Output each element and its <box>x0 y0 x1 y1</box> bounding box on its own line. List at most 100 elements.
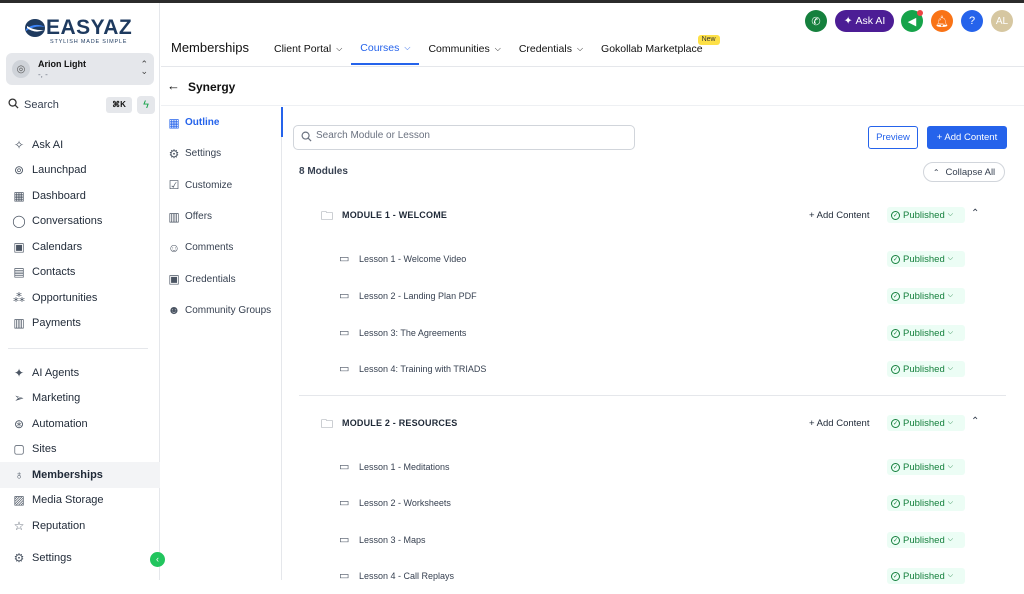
sidebar-item-conversations[interactable]: ◯ Conversations <box>0 209 160 235</box>
sidebar-search[interactable]: Search ⌘K ϟ <box>6 95 155 115</box>
sites-icon: ▢ <box>13 442 25 457</box>
module-search-input[interactable] <box>316 130 616 141</box>
lesson-row[interactable]: ▭ Lesson 1 - Meditations ✓ Published ⌵ <box>283 449 1024 485</box>
sidebar-item-ai-agents[interactable]: ✦ AI Agents <box>0 360 160 386</box>
subnav-label: Customize <box>185 179 233 191</box>
subnav-label: Outline <box>185 117 220 129</box>
check-circle-icon: ✓ <box>891 291 900 301</box>
subnav-customize[interactable]: ☑ Customize <box>161 170 281 201</box>
search-icon <box>301 131 312 145</box>
course-title: Synergy <box>188 80 236 94</box>
announcements-button[interactable]: ◀ <box>901 10 923 32</box>
subnav-settings[interactable]: ⚙ Settings <box>161 138 281 169</box>
video-icon: ▭ <box>339 534 350 546</box>
preview-button[interactable]: Preview <box>868 126 918 149</box>
subnav-label: Credentials <box>185 273 236 285</box>
status-badge[interactable]: ✓ Published ⌵ <box>887 288 965 304</box>
lesson-row[interactable]: ▭ Lesson 3: The Agreements ✓ Published ⌵ <box>283 315 1024 351</box>
status-badge[interactable]: ✓ Published ⌵ <box>887 361 965 377</box>
module-row[interactable]: 🗀︎ MODULE 2 - RESOURCES + Add Content ✓ P… <box>283 408 1024 438</box>
chevron-up-icon[interactable]: ⌃ <box>971 416 979 427</box>
quick-action-bolt-icon[interactable]: ϟ <box>137 96 155 114</box>
status-badge[interactable]: ✓ Published ⌵ <box>887 415 965 431</box>
phone-button[interactable]: ✆ <box>805 10 827 32</box>
sidebar-item-label: Reputation <box>32 519 86 532</box>
sidebar-item-opportunities[interactable]: ⁂ Opportunities <box>0 285 160 311</box>
sidebar-item-memberships[interactable]: ♁ Memberships <box>0 462 160 488</box>
folder-icon: 🗀︎ <box>321 209 334 223</box>
sidebar-item-dashboard[interactable]: ▦ Dashboard <box>0 183 160 209</box>
tab-label: Gokollab Marketplace <box>601 43 703 55</box>
tab-courses[interactable]: Courses ⌵ <box>351 33 420 65</box>
status-badge[interactable]: ✓ Published ⌵ <box>887 495 965 511</box>
chevron-down-icon: ⌵ <box>947 365 954 372</box>
check-circle-icon: ✓ <box>891 210 900 220</box>
sidebar-item-reputation[interactable]: ☆ Reputation <box>0 513 160 539</box>
status-badge[interactable]: ✓ Published ⌵ <box>887 459 965 475</box>
sidebar-item-label: Sites <box>32 443 57 456</box>
status-badge[interactable]: ✓ Published ⌵ <box>887 568 965 584</box>
help-icon: ? <box>968 15 976 27</box>
module-row[interactable]: 🗀︎ MODULE 1 - WELCOME + Add Content ✓ Pub… <box>283 200 1024 230</box>
ask-ai-label: Ask AI <box>855 15 886 27</box>
video-icon: ▭ <box>339 363 350 375</box>
send-icon: ➢ <box>13 391 25 406</box>
subnav-credentials[interactable]: ▣ Credentials <box>161 263 281 294</box>
bell-icon: 🔔︎ <box>935 15 949 28</box>
tab-label: Courses <box>360 42 400 54</box>
sidebar-item-media-storage[interactable]: ▨ Media Storage <box>0 488 160 514</box>
sidebar-item-label: Calendars <box>32 240 83 253</box>
subnav-outline[interactable]: ▦ Outline <box>161 107 283 138</box>
subnav-community-groups[interactable]: ☻ Community Groups <box>161 295 281 326</box>
lesson-title: Lesson 3 - Maps <box>359 535 426 545</box>
sidebar-item-ask-ai[interactable]: ✧ Ask AI <box>0 132 160 158</box>
account-switcher[interactable]: ◎ Arion Light -, - ⌃ ⌄ <box>6 53 154 85</box>
logo[interactable]: EASYAZ STYLISH MADE SIMPLE <box>24 15 136 47</box>
sidebar-item-settings[interactable]: ⚙ Settings <box>0 545 160 571</box>
module-add-content-button[interactable]: + Add Content <box>809 210 869 221</box>
sidebar-item-launchpad[interactable]: ⊚ Launchpad <box>0 158 160 184</box>
add-content-button[interactable]: + Add Content <box>927 126 1007 149</box>
lesson-row[interactable]: ▭ Lesson 4 - Call Replays ✓ Published ⌵ <box>283 558 1024 594</box>
user-avatar[interactable]: AL <box>991 10 1013 32</box>
subnav-label: Community Groups <box>185 304 272 316</box>
lesson-row[interactable]: ▭ Lesson 2 - Worksheets ✓ Published ⌵ <box>283 485 1024 521</box>
sidebar-item-sites[interactable]: ▢ Sites <box>0 437 160 463</box>
subnav-comments[interactable]: ☺ Comments <box>161 232 281 263</box>
tab-communities[interactable]: Communities ⌵ <box>419 33 509 65</box>
lesson-row[interactable]: ▭ Lesson 3 - Maps ✓ Published ⌵ <box>283 522 1024 558</box>
status-badge[interactable]: ✓ Published ⌵ <box>887 207 965 223</box>
module-add-content-button[interactable]: + Add Content <box>809 418 869 429</box>
collapse-all-button[interactable]: ⌃ Collapse All <box>923 162 1005 182</box>
notifications-button[interactable]: 🔔︎ <box>931 10 953 32</box>
tab-gokollab-marketplace[interactable]: Gokollab Marketplace New <box>592 33 720 65</box>
sidebar-item-contacts[interactable]: ▤ Contacts <box>0 260 160 286</box>
status-badge[interactable]: ✓ Published ⌵ <box>887 532 965 548</box>
lesson-row[interactable]: ▭ Lesson 4: Training with TRIADS ✓ Publishe… <box>283 351 1024 387</box>
sidebar-item-marketing[interactable]: ➢ Marketing <box>0 386 160 412</box>
sidebar-item-label: Payments <box>32 317 81 330</box>
back-arrow-icon[interactable]: ← <box>167 78 180 93</box>
sidebar-item-automation[interactable]: ⊛ Automation <box>0 411 160 437</box>
tab-credentials[interactable]: Credentials ⌵ <box>510 33 592 65</box>
sidebar-item-payments[interactable]: ▥ Payments <box>0 311 160 337</box>
video-icon: ▭ <box>339 497 350 509</box>
chevron-up-icon[interactable]: ⌃ <box>971 208 979 219</box>
subnav-offers[interactable]: ▥ Offers <box>161 201 281 232</box>
module-search[interactable] <box>293 125 635 150</box>
sidebar: EASYAZ STYLISH MADE SIMPLE ◎ Arion Light… <box>0 3 165 580</box>
status-badge[interactable]: ✓ Published ⌵ <box>887 325 965 341</box>
ask-ai-button[interactable]: ✦ Ask AI <box>835 10 894 32</box>
lesson-row[interactable]: ▭ Lesson 2 - Landing Plan PDF ✓ Published ⌵ <box>283 278 1024 314</box>
help-button[interactable]: ? <box>961 10 983 32</box>
gear-icon: ⚙ <box>13 550 25 565</box>
sidebar-item-calendars[interactable]: ▣ Calendars <box>0 234 160 260</box>
check-circle-icon: ✓ <box>891 418 900 428</box>
status-badge[interactable]: ✓ Published ⌵ <box>887 251 965 267</box>
lesson-row[interactable]: ▭ Lesson 1 - Welcome Video ✓ Published ⌵ <box>283 241 1024 277</box>
status-label: Published <box>903 461 945 473</box>
status-label: Published <box>903 534 945 546</box>
payments-icon: ▥ <box>13 316 25 331</box>
chevron-down-icon: ⌵ <box>404 43 411 52</box>
tab-client-portal[interactable]: Client Portal ⌵ <box>265 33 351 65</box>
